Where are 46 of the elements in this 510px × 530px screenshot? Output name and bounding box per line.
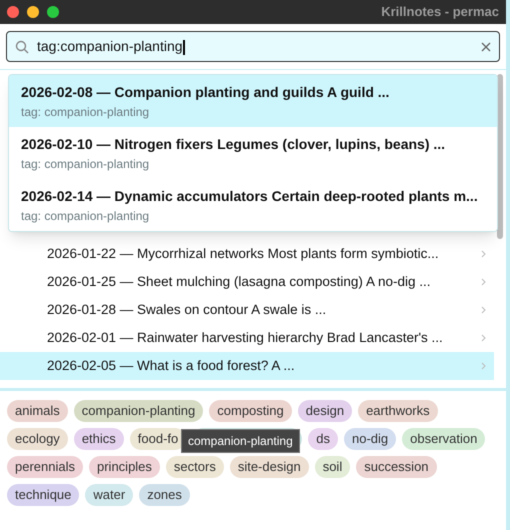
tag-chip[interactable]: soil [314,456,350,478]
tree-item[interactable]: 2026-01-22 — Mycorrhizal networks Most plants form symbiotic... [0,240,494,268]
search-result[interactable]: 2026-02-10 — Nitrogen fixers Legumes (clover, lupins, beans) ... tag: companion-planting [9,127,497,179]
tag-chip[interactable]: ds [308,428,338,450]
tag-chip[interactable]: perennials [7,456,83,478]
tag-chip[interactable]: ecology [7,428,68,450]
tag-chip[interactable]: zones [139,484,190,506]
tree-item[interactable]: 2026-02-05 — What is a food forest? A ... [0,352,494,380]
search-result[interactable]: 2026-02-08 — Companion planting and guilds A guild ... tag: companion-planting [9,75,497,127]
result-title: 2026-02-14 — Dynamic accumulators Certain deep-rooted plants m... [21,186,479,206]
result-tag: tag: companion-planting [21,206,485,224]
tag-chip[interactable]: principles [89,456,160,478]
minimize-icon[interactable] [27,6,39,18]
chevron-right-icon [481,306,486,314]
tree-item[interactable]: 2026-01-25 — Sheet mulching (lasagna composting) A no-dig ... [0,268,494,296]
close-icon[interactable] [7,6,19,18]
chevron-right-icon [481,250,486,258]
result-title: 2026-02-10 — Nitrogen fixers Legumes (clover, lupins, beans) ... [21,134,446,154]
result-tag: tag: companion-planting [21,102,485,120]
tag-chip[interactable]: ethics [74,428,124,450]
tag-chip[interactable]: composting [209,400,292,422]
search-icon [15,40,29,54]
chevron-right-icon [481,362,486,370]
search-field[interactable]: tag:companion-planting [6,31,500,62]
search-result[interactable]: 2026-02-14 — Dynamic accumulators Certain deep-rooted plants m... tag: companion-planting [9,179,497,231]
tag-chip[interactable]: sectors [166,456,224,478]
tooltip: companion-planting [181,429,300,453]
tag-chip[interactable]: animals [7,400,68,422]
window-title: Krillnotes - permac [381,3,499,22]
tree-item[interactable]: 2026-01-28 — Swales on contour A swale is ... [0,296,494,324]
tag-chip[interactable]: observation [402,428,486,450]
tag-chip[interactable]: site-design [230,456,309,478]
zoom-icon[interactable] [47,6,59,18]
tag-chip[interactable]: design [298,400,352,422]
tag-chip[interactable]: technique [7,484,80,506]
tag-chip[interactable]: water [85,484,134,506]
result-tag: tag: companion-planting [21,154,485,172]
chevron-right-icon [481,334,486,342]
tag-chip[interactable]: succession [356,456,437,478]
tag-chip[interactable]: earthworks [358,400,438,422]
tag-chip[interactable]: no-dig [344,428,396,450]
close-icon[interactable] [481,42,491,52]
tag-chip[interactable]: companion-planting [74,400,204,422]
chevron-right-icon [481,278,486,286]
result-title: 2026-02-08 — Companion planting and guilds A guild ... [21,82,390,102]
tree-item[interactable]: 2026-02-01 — Rainwater harvesting hierarchy Brad Lancaster's ... [0,324,494,352]
